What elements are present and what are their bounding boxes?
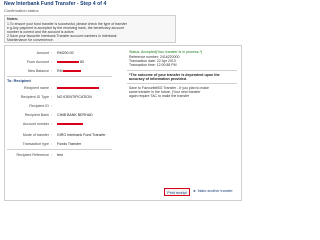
transaction-type-label: Transaction type xyxy=(22,142,49,146)
notes-heading: Notes: xyxy=(7,17,19,21)
divider xyxy=(127,83,237,84)
colon: : xyxy=(51,113,52,117)
status-label: Status: xyxy=(129,50,141,54)
colon: : xyxy=(51,86,52,90)
colon: : xyxy=(51,51,52,55)
mode-of-transfer-label: Mode of transfer xyxy=(22,133,49,137)
divider xyxy=(7,76,112,77)
status-value: Accepted(Your transfer is in process.*) xyxy=(141,50,203,54)
time-value: 12:00:58 PM xyxy=(156,63,177,67)
recipient-bank-label: Recipient Bank xyxy=(24,113,49,117)
notes-box: Notes: 1.To ensure your fund transfer is… xyxy=(4,15,176,43)
outcome-note-line: accuracy of information provided. xyxy=(129,77,187,81)
to-recipient-heading: To: Recipient xyxy=(7,79,31,83)
mode-of-transfer-value: GIRO Interbank Fund Transfer xyxy=(57,133,106,137)
account-number-label: Account number xyxy=(22,122,49,126)
arrow-right-icon: ► xyxy=(193,189,197,193)
transaction-type-value: Funds Transfer xyxy=(57,142,82,146)
colon: : xyxy=(51,122,52,126)
redacted-new-balance xyxy=(63,70,81,72)
from-account-suffix: 80 xyxy=(80,60,84,64)
time-label: Transaction time: xyxy=(129,63,156,67)
redacted-recipient-name xyxy=(57,87,99,89)
recipient-reference-value: test xyxy=(57,153,63,157)
favourite-line: again require TAC to make the transfer xyxy=(129,94,190,98)
new-balance-prefix: RM xyxy=(57,69,63,73)
amount-value: RM200.00 xyxy=(57,51,74,55)
redacted-account-number xyxy=(57,123,83,125)
recipient-id-type-label: Recipient ID Type xyxy=(20,95,49,99)
colon: : xyxy=(51,60,52,64)
colon: : xyxy=(51,153,52,157)
make-another-transfer-label[interactable]: Make another transfer xyxy=(198,189,233,193)
redacted-from-account xyxy=(57,61,79,63)
recipient-id-type-value: NO IDENTIFICATION xyxy=(57,95,92,99)
print-receipt-button[interactable]: Print receipt xyxy=(164,188,190,196)
note-line: Maintenance for convenience. xyxy=(7,38,54,42)
recipient-reference-label: Recipient Reference xyxy=(16,153,49,157)
colon: : xyxy=(51,104,52,108)
recipient-bank-value: CIMB BANK BERHAD xyxy=(57,113,93,117)
new-balance-label: New Balance xyxy=(27,69,49,73)
amount-label: Amount xyxy=(36,51,49,55)
confirmation-panel: Amount : RM200.00 From Account : 80 New … xyxy=(4,45,242,201)
make-another-transfer-link[interactable]: ► Make another transfer xyxy=(193,189,233,193)
transfer-status: Status: Accepted(Your transfer is in pro… xyxy=(129,50,202,54)
from-account-label: From Account xyxy=(26,60,49,64)
divider xyxy=(127,70,237,71)
colon: : xyxy=(51,142,52,146)
page-title: New Interbank Fund Transfer - Step 4 of … xyxy=(4,1,107,7)
page-subtitle: Confirmation status xyxy=(4,8,39,13)
recipient-id-label: Recipient ID xyxy=(29,104,49,108)
time-row: Transaction time: 12:00:58 PM xyxy=(129,63,177,67)
recipient-name-label: Recipient name xyxy=(24,86,49,90)
colon: : xyxy=(51,95,52,99)
divider xyxy=(7,149,112,150)
colon: : xyxy=(51,69,52,73)
colon: : xyxy=(51,133,52,137)
